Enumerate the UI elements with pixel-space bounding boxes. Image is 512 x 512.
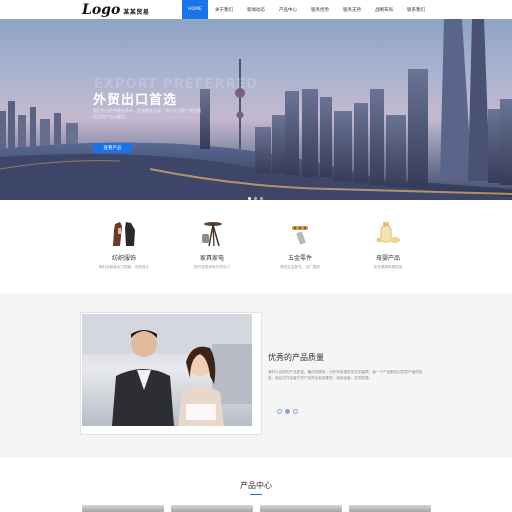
city-skyline-image [0, 19, 512, 200]
hero-title: 外贸出口首选 [93, 93, 178, 108]
nav-item-news[interactable]: 新闻动态 [240, 0, 272, 19]
logo-tagline: 某某贸易 [123, 9, 150, 16]
business-people-photo [82, 314, 252, 426]
category-list: 纺织服饰 面料及服装出口配套，优质设计 家具家电 现代家居家电外贸出口 五金零件… [80, 218, 432, 278]
category-title: 纺织服饰 [111, 255, 136, 262]
product-thumbnail[interactable] [260, 505, 342, 512]
nav-item-about[interactable]: 关于我们 [208, 0, 240, 19]
quality-title: 优秀的产品质量 [268, 353, 324, 362]
category-desc: 安全健康母婴用品 [373, 265, 403, 269]
carousel-dots [248, 197, 263, 200]
product-thumbnails [82, 505, 431, 512]
carousel-dot[interactable] [260, 197, 263, 200]
category-title: 家具家电 [199, 255, 224, 262]
nav-item-products[interactable]: 产品中心 [272, 0, 304, 19]
nav-item-contact[interactable]: 联系我们 [400, 0, 432, 19]
main-nav: HOME 关于我们 新闻动态 产品中心 服务优势 服务支持 战略布局 联系我们 [182, 0, 432, 19]
business-people-image [82, 314, 252, 426]
category-desc: 面料及服装出口配套，优质设计 [98, 265, 150, 269]
clothing-icon [113, 222, 135, 246]
lamp-icon [202, 222, 222, 247]
carousel-dot[interactable] [293, 409, 298, 414]
carousel-dot[interactable] [254, 197, 257, 200]
product-thumbnail[interactable] [82, 505, 164, 512]
products-section-title: 产品中心 [240, 481, 272, 490]
quality-description: 我们以优质的产品质量、最优的服务，为外贸商提供坚实的保障。每一个产品都经过层层严… [268, 370, 423, 380]
top-navigation-bar: Logo 某某贸易 HOME 关于我们 新闻动态 产品中心 服务优势 服务支持 … [0, 0, 512, 19]
hardware-icon [292, 226, 308, 245]
view-products-button[interactable]: 查看产品 [93, 143, 132, 153]
nav-item-advantages[interactable]: 服务优势 [304, 0, 336, 19]
category-desc: 现代家居家电外贸出口 [194, 265, 230, 269]
category-item-textiles[interactable]: 纺织服饰 面料及服装出口配套，优质设计 [80, 218, 168, 278]
hero-subtitle: 我们专注外贸服务多年，业务覆盖全球，致力于为客户提供最优质的产品与服务 [93, 108, 201, 119]
feature-carousel-dots [277, 409, 298, 414]
carousel-dot[interactable] [277, 409, 282, 414]
nav-item-strategy[interactable]: 战略布局 [368, 0, 400, 19]
product-thumbnail[interactable] [349, 505, 431, 512]
product-thumbnail[interactable] [171, 505, 253, 512]
nav-item-support[interactable]: 服务支持 [336, 0, 368, 19]
logo-word: Logo [82, 2, 121, 18]
baby-bottle-icon [376, 222, 400, 243]
category-item-baby[interactable]: 母婴产品 安全健康母婴用品 [344, 218, 432, 278]
category-item-hardware[interactable]: 五金零件 精品五金配件，出厂直销 [256, 218, 344, 278]
title-underline [250, 494, 262, 495]
nav-item-home[interactable]: HOME [182, 0, 208, 19]
carousel-dot[interactable] [285, 409, 290, 414]
category-item-furniture[interactable]: 家具家电 现代家居家电外贸出口 [168, 218, 256, 278]
category-desc: 精品五金配件，出厂直销 [280, 265, 320, 269]
logo[interactable]: Logo 某某贸易 [82, 1, 149, 18]
category-title: 母婴产品 [375, 255, 400, 262]
category-title: 五金零件 [287, 255, 312, 262]
carousel-dot[interactable] [248, 197, 251, 200]
hero-banner: EXPORT PREFERRED 外贸出口首选 我们专注外贸服务多年，业务覆盖全… [0, 19, 512, 200]
